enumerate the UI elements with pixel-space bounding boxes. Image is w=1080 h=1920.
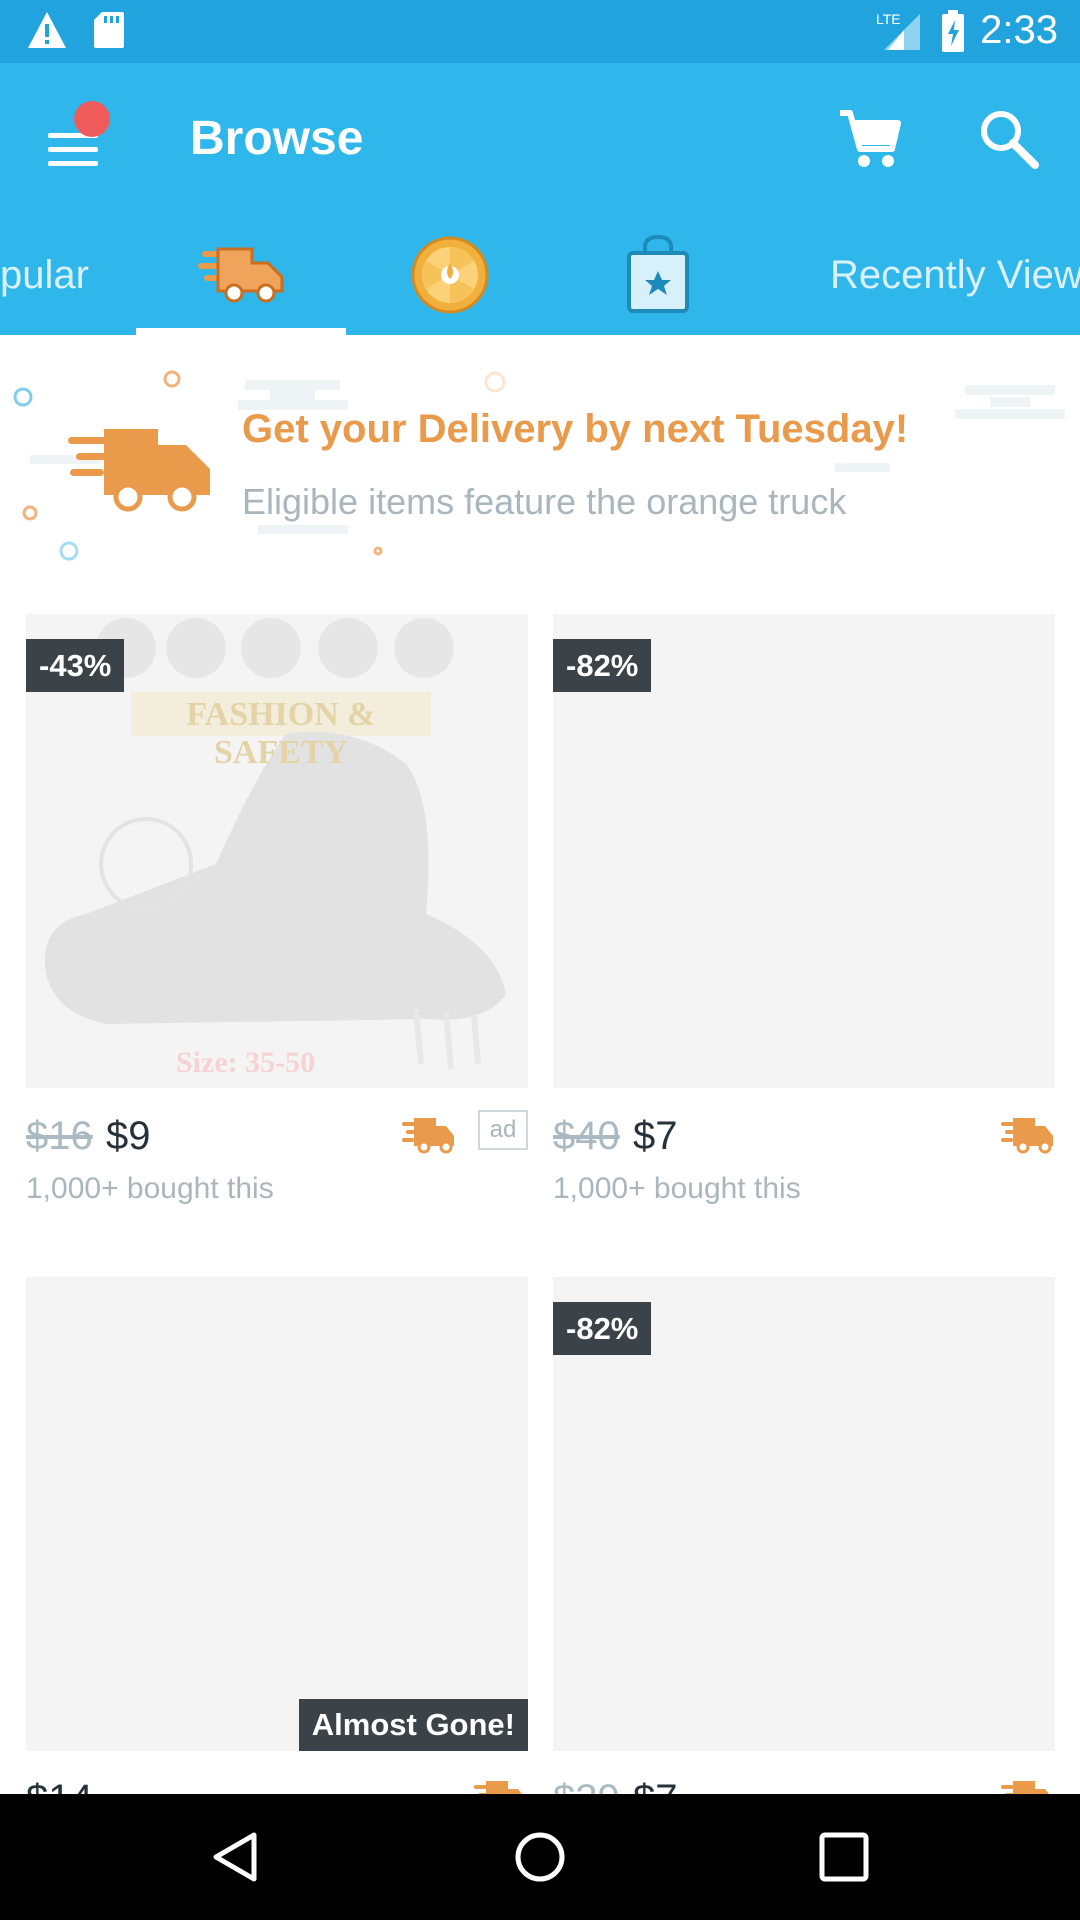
discount-badge: -43% [26,639,125,692]
home-icon[interactable] [512,1829,568,1885]
page-title: Browse [190,112,364,165]
clock: 2:33 [980,8,1058,52]
navigation-bar [0,1794,1080,1920]
bought-count: 1,000+ bought this [553,1172,801,1205]
tab-wishlist[interactable] [625,233,695,313]
discount-badge: -82% [553,639,652,692]
original-price: $40 [553,1114,620,1158]
tab-popular[interactable]: pular [0,253,89,325]
warning-icon [28,12,66,48]
lte-signal-icon: LTE [876,11,920,50]
delivery-truck-icon [1001,1118,1053,1154]
recents-icon[interactable] [816,1829,872,1885]
tab-popular-label: pular [0,253,89,297]
cart-icon[interactable] [836,105,904,173]
product-card[interactable]: FASHION & SAFETY Size: 35-50 -43% $16 $9… [26,614,528,1205]
product-card[interactable]: Almost Gone! $14 [26,1277,528,1847]
banner-subtitle: Eligible items feature the orange truck [242,481,847,522]
almost-gone-badge: Almost Gone! [298,1699,528,1751]
delivery-banner[interactable]: Get your Delivery by next Tuesday! Eligi… [0,335,1080,585]
sd-card-icon [94,12,124,48]
tab-lucky-wheel[interactable] [410,235,490,314]
search-icon[interactable] [975,105,1043,173]
lucky-wheel-icon [411,236,489,314]
sale-price: $7 [633,1114,678,1158]
product-image: FASHION & SAFETY Size: 35-50 -43% [26,614,528,1088]
delivery-truck-icon [198,247,284,303]
ad-badge: ad [478,1110,528,1150]
sale-price: $9 [106,1114,151,1158]
tab-indicator [136,328,346,335]
tab-delivery[interactable] [196,243,296,315]
app-bar: Browse pular Recently View [0,63,1080,335]
status-bar: LTE 2:33 [0,0,1080,63]
orange-truck-icon [68,429,210,512]
banner-title: Get your Delivery by next Tuesday! [242,407,909,451]
bought-count: 1,000+ bought this [26,1172,274,1205]
product-image: -82% [553,614,1055,1088]
back-icon[interactable] [208,1829,264,1885]
product-image: Almost Gone! [26,1277,528,1751]
tab-recently-viewed-label: Recently View [830,253,1080,297]
product-image: -82% [553,1277,1055,1751]
image-caption: FASHION & SAFETY [186,696,376,771]
image-size-text: Size: 35-50 [176,1046,316,1079]
shopping-bag-star-icon [627,234,689,313]
tab-recently-viewed[interactable]: Recently View [830,253,1080,325]
notification-dot [74,101,110,137]
svg-text:LTE: LTE [876,11,901,27]
battery-charging-icon [942,10,964,52]
delivery-truck-icon [402,1118,454,1154]
product-card[interactable]: -82% $39 $7 [553,1277,1055,1847]
discount-badge: -82% [553,1302,652,1355]
original-price: $16 [26,1114,93,1158]
product-card[interactable]: -82% $40 $7 1,000+ bought this [553,614,1055,1205]
